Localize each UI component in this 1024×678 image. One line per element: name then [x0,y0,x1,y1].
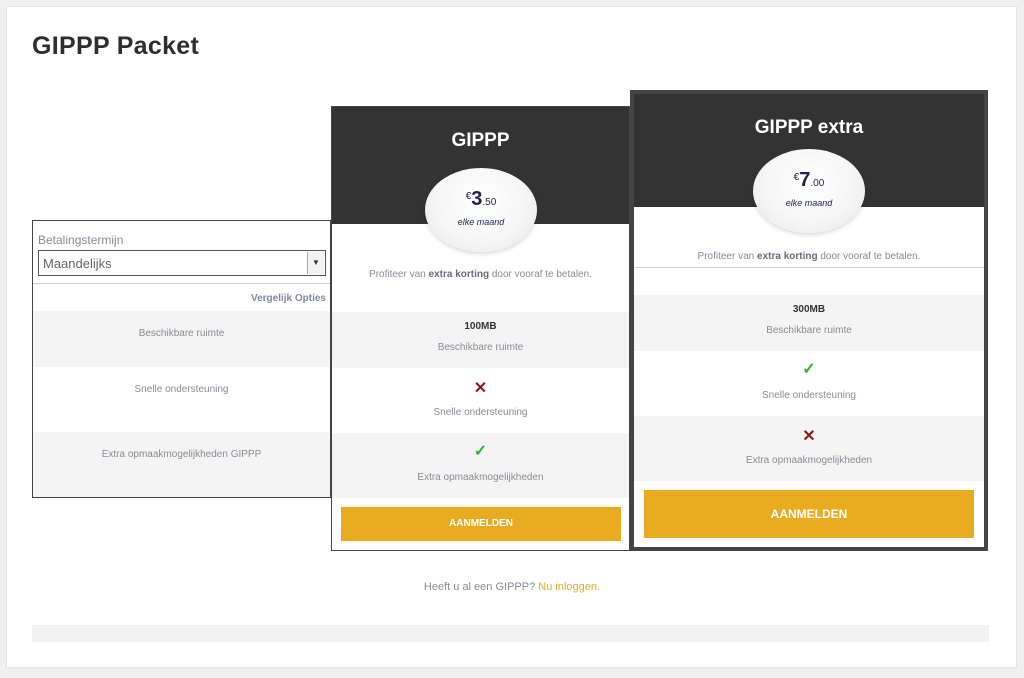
price-decimals: .50 [482,197,497,208]
cross-icon: ✕ [473,380,488,397]
storage-value: 300MB [792,304,826,315]
payment-term-select[interactable]: Maandelijks ▼ [38,250,326,276]
compare-row-label: Extra opmaakmogelijkheden GIPPP [101,449,262,460]
signup-button[interactable]: AANMELDEN [341,507,621,541]
plan-card-gippp-extra: GIPPP extra €7.00 elke maand Profiteer v… [630,90,988,551]
check-icon: ✓ [473,443,488,460]
promo-bold: extra korting [757,251,818,262]
compare-row-extra: Extra opmaakmogelijkheden GIPPP [33,432,330,497]
price-main: 3 [471,188,483,210]
compare-column: Betalingstermijn Maandelijks ▼ Vergelijk… [32,220,331,498]
promo-text: Profiteer van extra korting door vooraf … [634,251,984,262]
support-label: Snelle ondersteuning [433,407,528,418]
feature-row-storage: 100MB Beschikbare ruimte [332,312,629,368]
feature-row-extra: ✓ Extra opmaakmogelijkheden [332,433,629,498]
payment-term-label: Betalingstermijn [38,233,124,247]
storage-label: Beschikbare ruimte [437,342,524,353]
price-main: 7 [799,169,811,191]
compare-row-storage: Beschikbare ruimte [33,311,330,367]
compare-row-support: Snelle ondersteuning [33,367,330,432]
chevron-down-icon[interactable]: ▼ [307,252,324,274]
support-label: Snelle ondersteuning [762,390,856,401]
feature-row-support: ✓ Snelle ondersteuning [634,351,984,416]
check-icon: ✓ [802,361,816,378]
signup-button[interactable]: AANMELDEN [644,490,974,538]
payment-term-value: Maandelijks [43,256,112,271]
plan-name: GIPPP extra [754,117,864,138]
promo-pre: Profiteer van [369,269,429,280]
price-period: elke maand [785,198,833,208]
price: €3.50 [425,188,537,211]
divider [33,283,330,284]
cross-icon: ✕ [802,428,816,445]
login-prompt-text: Heeft u al een GIPPP? [423,581,539,593]
storage-value: 100MB [464,321,497,332]
currency-symbol: € [793,172,800,183]
promo-pre: Profiteer van [697,251,758,262]
plan-name: GIPPP [451,130,510,151]
divider [634,267,984,268]
login-link[interactable]: Nu inloggen. [538,581,600,593]
price-circle: €3.50 elke maand [425,168,537,252]
page-title: GIPPP Packet [32,32,200,60]
feature-row-storage: 300MB Beschikbare ruimte [634,295,984,351]
extra-label: Extra opmaakmogelijkheden [417,472,544,483]
feature-row-support: ✕ Snelle ondersteuning [332,368,629,433]
plan-card-gippp: GIPPP €3.50 elke maand Profiteer van ext… [331,106,630,551]
promo-text: Profiteer van extra korting door vooraf … [332,269,629,280]
login-prompt: Heeft u al een GIPPP? Nu inloggen. [0,581,1024,593]
currency-symbol: € [465,191,472,202]
promo-bold: extra korting [428,269,490,280]
bottom-bar [32,625,989,642]
compare-row-label: Snelle ondersteuning [134,384,229,395]
promo-post: door vooraf te betalen. [489,269,592,280]
compare-options-link[interactable]: Vergelijk Opties [251,293,326,304]
compare-row-label: Beschikbare ruimte [138,328,225,339]
price-decimals: .00 [810,178,825,189]
price-circle: €7.00 elke maand [753,149,865,233]
promo-post: door vooraf te betalen. [817,251,921,262]
feature-row-extra: ✕ Extra opmaakmogelijkheden [634,416,984,481]
extra-label: Extra opmaakmogelijkheden [745,455,873,466]
price: €7.00 [753,169,865,192]
price-period: elke maand [457,217,505,227]
storage-label: Beschikbare ruimte [766,325,852,336]
